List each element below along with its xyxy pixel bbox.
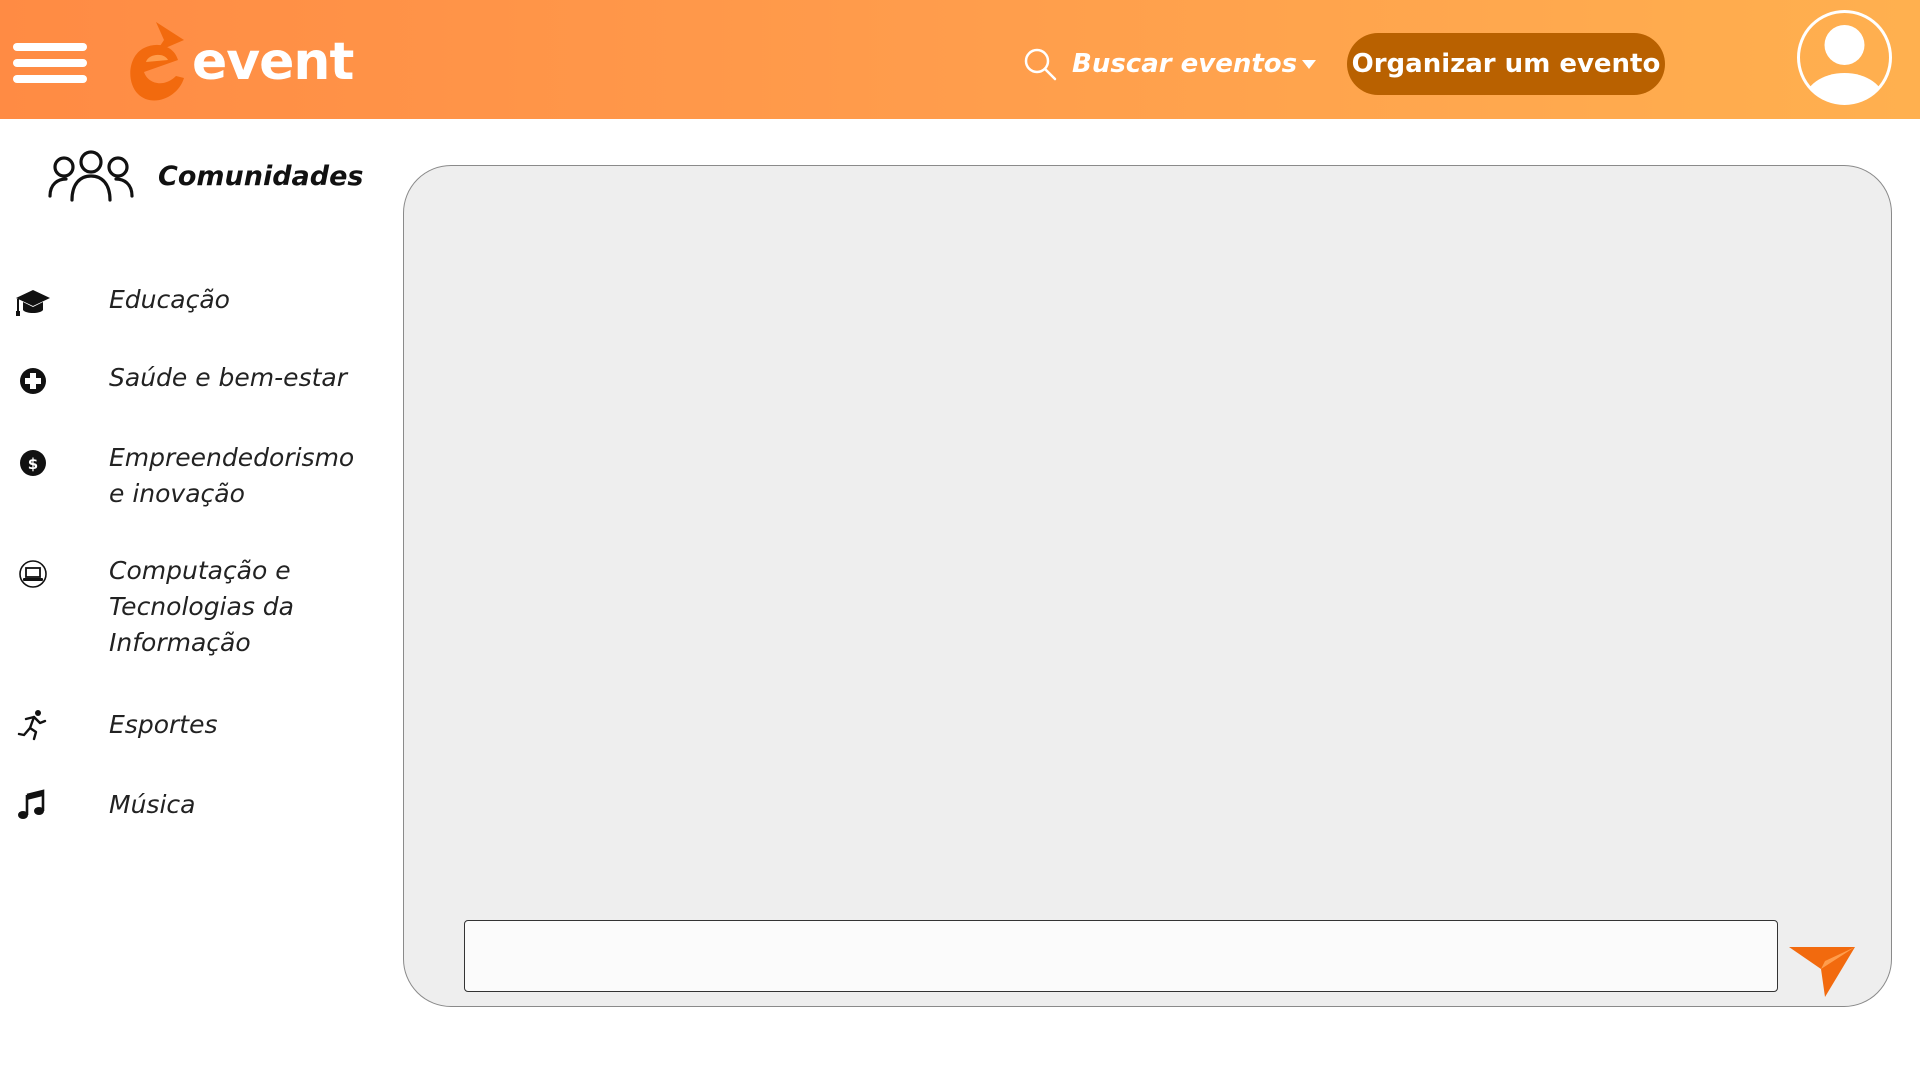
chat-panel <box>403 165 1892 1007</box>
search-icon <box>1024 48 1057 81</box>
sidebar-item-empreendedorismo[interactable]: $ Empreendedorismo e inovação <box>0 440 360 516</box>
user-avatar-icon[interactable] <box>1796 9 1893 106</box>
communities-header: Comunidades <box>48 150 363 202</box>
brand-name: event <box>192 32 354 92</box>
top-header: event Buscar eventos Organizar um evento <box>0 0 1920 119</box>
search-label: Buscar eventos <box>1072 49 1298 79</box>
send-icon[interactable] <box>1787 941 1859 1001</box>
laptop-icon <box>19 560 47 588</box>
sidebar-item-saude[interactable]: Saúde e bem-estar <box>0 360 360 400</box>
svg-text:$: $ <box>28 455 38 473</box>
sidebar-item-label: Empreendedorismo e inovação <box>109 443 355 508</box>
communities-title: Comunidades <box>158 160 364 192</box>
sidebar-item-computacao[interactable]: Computação e Tecnologias da Informação <box>0 553 360 665</box>
organize-event-button[interactable]: Organizar um evento <box>1347 33 1665 95</box>
sidebar-item-label: Esportes <box>109 710 218 739</box>
medical-cross-icon <box>20 368 46 394</box>
sidebar-item-label: Computação e Tecnologias da Informação <box>109 556 294 657</box>
sidebar-item-educacao[interactable]: Educação <box>0 282 360 322</box>
music-note-icon <box>18 789 45 819</box>
community-people-icon <box>48 150 134 202</box>
brand-logo[interactable]: event <box>126 22 354 112</box>
sidebar-item-musica[interactable]: Música <box>0 787 360 827</box>
logo-e-icon <box>130 22 184 101</box>
sidebar-item-label: Saúde e bem-estar <box>109 363 347 392</box>
graduation-cap-icon <box>16 290 50 316</box>
search-events-button[interactable]: Buscar eventos <box>1022 44 1317 84</box>
sidebar-item-label: Educação <box>109 285 230 314</box>
sidebar-item-esportes[interactable]: Esportes <box>0 707 360 747</box>
message-input[interactable] <box>464 920 1778 992</box>
hamburger-line <box>13 43 87 51</box>
dollar-coin-icon: $ <box>20 450 46 476</box>
chevron-down-icon <box>1302 60 1317 69</box>
hamburger-menu-icon[interactable] <box>13 43 87 83</box>
hamburger-line <box>13 75 87 83</box>
sidebar-item-label: Música <box>109 790 196 819</box>
hamburger-line <box>13 59 87 67</box>
runner-icon <box>17 710 47 741</box>
